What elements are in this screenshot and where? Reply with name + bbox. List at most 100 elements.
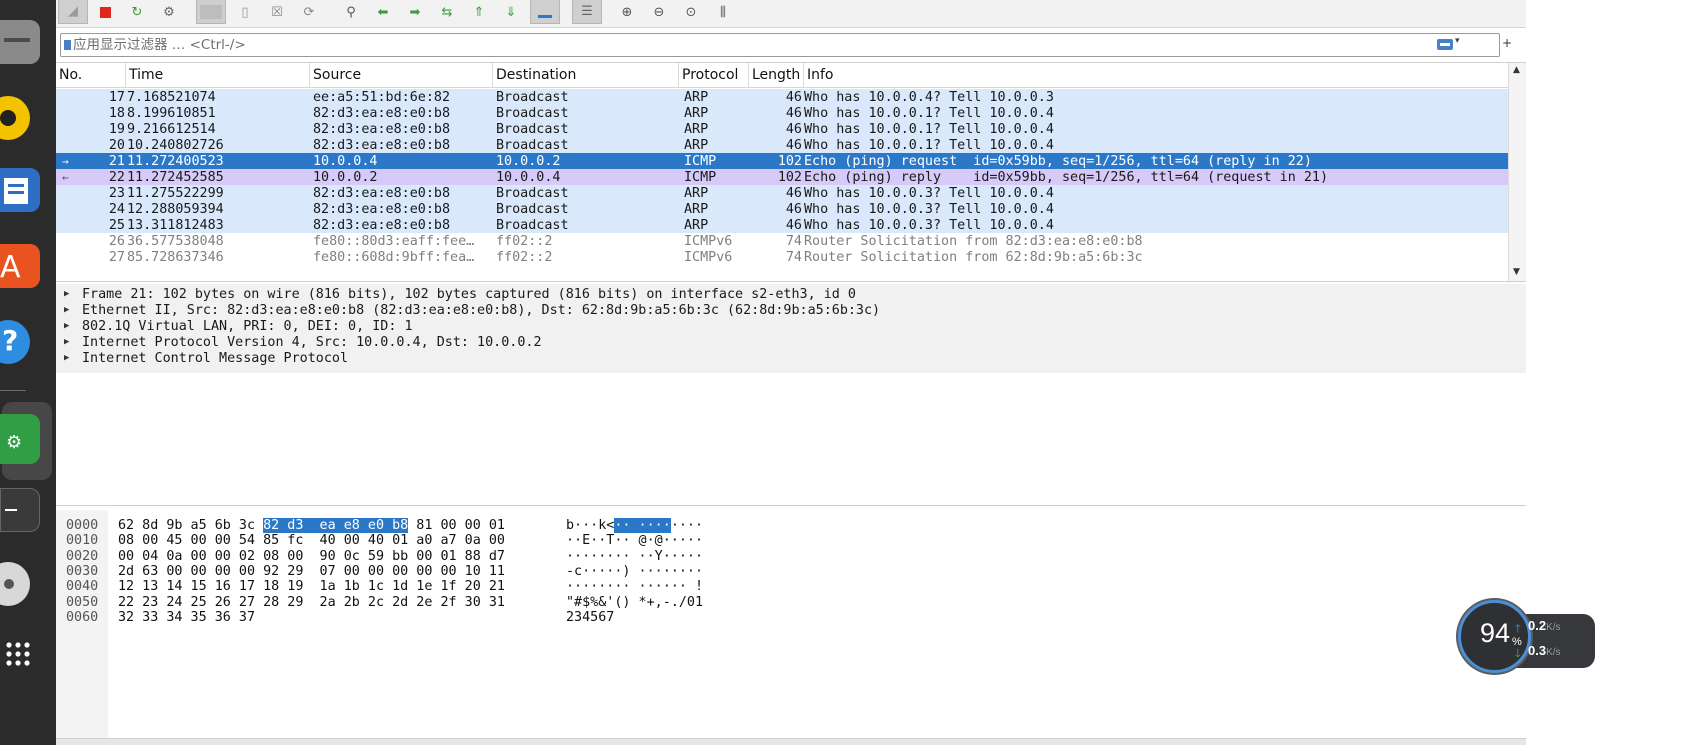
packet-info: Who has 10.0.0.1? Tell 10.0.0.4 <box>804 122 1054 137</box>
ascii-bytes-segment: ········ ······ ! <box>566 579 704 595</box>
ascii-bytes[interactable]: ········ ··Y····· <box>566 549 703 565</box>
packet-bytes-pane: 0000 62 8d 9b a5 6b 3c 82 d3 ea e8 e0 b8 … <box>56 510 1526 738</box>
packet-protocol: ARP <box>684 122 709 137</box>
expand-arrow-icon[interactable]: ▶ <box>64 334 69 351</box>
resize-columns-button[interactable]: ⫼ <box>710 0 736 24</box>
hex-bytes[interactable]: 2d 63 00 00 00 00 92 29 07 00 00 00 00 0… <box>118 564 505 580</box>
packet-row[interactable]: 18 8.199610851 82:d3:ea:e8:e0:b8 Broadcast A… <box>56 105 1508 122</box>
ascii-bytes[interactable]: 234567 <box>566 610 614 626</box>
zoom-out-button[interactable]: ⊖ <box>646 0 672 24</box>
rhythmbox-app-icon[interactable] <box>0 96 40 140</box>
go-back-button[interactable]: ⬅ <box>370 0 396 24</box>
column-header-time[interactable]: Time <box>126 63 310 88</box>
show-apps-grid-icon[interactable] <box>6 642 30 666</box>
arrow-up-icon: ⇑ <box>473 4 485 20</box>
wireshark-app-icon[interactable]: ⚙ <box>0 414 40 464</box>
column-header-info[interactable]: Info <box>804 63 1508 88</box>
capture-options-button[interactable]: ⚙ <box>156 0 182 24</box>
expand-arrow-icon[interactable]: ▶ <box>64 318 69 335</box>
colorize-button[interactable]: ☰ <box>572 0 602 24</box>
hex-bytes[interactable]: 12 13 14 15 16 17 18 19 1a 1b 1c 1d 1e 1… <box>118 579 505 595</box>
details-tree-item[interactable]: ▶ Frame 21: 102 bytes on wire (816 bits),… <box>56 286 1526 303</box>
hex-bytes[interactable]: 22 23 24 25 26 27 28 29 2a 2b 2c 2d 2e 2… <box>118 595 505 611</box>
hex-bytes[interactable]: 00 04 0a 00 00 02 08 00 90 0c 59 bb 00 0… <box>118 549 505 565</box>
normal-size-button[interactable]: ⊙ <box>678 0 704 24</box>
wireshark-window: ◢ ↻ ⚙ ▯ ☒ ⟳ ⚲ ⬅ ➡ ⇆ ⇑ ⇓ ☰ ⊕ ⊖ ⊙ ⫼ ▾ + No… <box>56 0 1526 745</box>
column-header-protocol[interactable]: Protocol <box>679 63 749 88</box>
packet-row[interactable]: 20 10.240802726 82:d3:ea:e8:e0:b8 Broadcast… <box>56 137 1508 154</box>
display-filter-bar[interactable]: ▾ <box>60 33 1500 57</box>
help-app-icon[interactable]: ? <box>0 320 40 364</box>
filter-bookmark-icon[interactable] <box>64 40 71 50</box>
details-tree-item[interactable]: ▶ 802.1Q Virtual LAN, PRI: 0, DEI: 0, ID:… <box>56 318 1526 335</box>
column-header-no[interactable]: No. <box>56 63 126 88</box>
ascii-bytes[interactable]: b···k<·· ········ <box>566 518 703 534</box>
ascii-bytes[interactable]: ··E··T·· @·@····· <box>566 533 703 549</box>
status-bar <box>56 738 1526 745</box>
hex-bytes[interactable]: 08 00 45 00 00 54 85 fc 40 00 40 01 a0 a… <box>118 533 505 549</box>
packet-row[interactable]: 25 13.311812483 82:d3:ea:e8:e0:b8 Broadcast… <box>56 217 1508 234</box>
save-file-button[interactable]: ▯ <box>232 0 258 24</box>
autoscroll-button[interactable] <box>530 0 560 24</box>
details-tree-item[interactable]: ▶ Ethernet II, Src: 82:d3:ea:e8:e0:b8 (82… <box>56 302 1526 319</box>
packet-row[interactable]: 24 12.288059394 82:d3:ea:e8:e0:b8 Broadcast… <box>56 201 1508 218</box>
packet-destination: Broadcast <box>496 106 569 121</box>
packet-source: 82:d3:ea:e8:e0:b8 <box>313 138 451 153</box>
details-tree-item[interactable]: ▶ Internet Control Message Protocol <box>56 350 1526 367</box>
packet-protocol: ARP <box>684 138 709 153</box>
reload-file-button[interactable]: ⟳ <box>296 0 322 24</box>
packet-time: 36.577538048 <box>127 234 224 249</box>
stop-capture-button[interactable] <box>92 0 118 24</box>
packet-list-scrollbar[interactable]: ▲ ▼ <box>1508 63 1526 281</box>
hex-bytes[interactable]: 62 8d 9b a5 6b 3c 82 d3 ea e8 e0 b8 81 0… <box>118 518 505 534</box>
related-request-arrow-icon: → <box>62 155 69 168</box>
chevron-down-icon[interactable]: ▾ <box>1455 36 1460 46</box>
close-file-button[interactable]: ☒ <box>264 0 290 24</box>
scroll-down-icon[interactable]: ▼ <box>1513 267 1520 277</box>
go-to-packet-button[interactable]: ⇆ <box>434 0 460 24</box>
packet-row[interactable]: 17 7.168521074 ee:a5:51:bd:6e:82 Broadcast A… <box>56 89 1508 106</box>
packet-details-pane: ▶ Frame 21: 102 bytes on wire (816 bits),… <box>56 284 1526 506</box>
display-filter-input[interactable] <box>73 35 1433 55</box>
column-header-destination[interactable]: Destination <box>493 63 679 88</box>
zoom-reset-icon: ⊙ <box>685 4 697 20</box>
last-packet-button[interactable]: ⇓ <box>498 0 524 24</box>
go-forward-button[interactable]: ➡ <box>402 0 428 24</box>
writer-app-icon[interactable] <box>0 168 40 212</box>
expand-arrow-icon[interactable]: ▶ <box>64 302 69 319</box>
packet-row[interactable]: 21 11.272400523 10.0.0.4 10.0.0.2 ICMP 102 Ech… <box>56 153 1508 170</box>
open-file-button[interactable] <box>196 0 226 24</box>
files-app-icon[interactable] <box>0 20 40 64</box>
terminal-app-icon[interactable] <box>0 488 40 532</box>
packet-time: 12.288059394 <box>127 202 224 217</box>
ascii-bytes[interactable]: ········ ······ ! <box>566 579 703 595</box>
expand-arrow-icon[interactable]: ▶ <box>64 350 69 367</box>
packet-list: No. Time Source Destination Protocol Len… <box>56 62 1526 282</box>
packet-row[interactable]: 27 85.728637346 fe80::608d:9bff:fea… ff02::… <box>56 249 1508 266</box>
zoom-in-button[interactable]: ⊕ <box>614 0 640 24</box>
packet-row[interactable]: 23 11.275522299 82:d3:ea:e8:e0:b8 Broadcast… <box>56 185 1508 202</box>
packet-row[interactable]: 19 9.216612514 82:d3:ea:e8:e0:b8 Broadcast A… <box>56 121 1508 138</box>
column-header-source[interactable]: Source <box>310 63 493 88</box>
packet-row[interactable]: 22 11.272452585 10.0.0.2 10.0.0.4 ICMP 102 Ech… <box>56 169 1508 186</box>
ascii-bytes[interactable]: -c·····) ········ <box>566 564 703 580</box>
add-filter-button-icon[interactable]: + <box>1502 36 1512 50</box>
packet-length: 46 <box>785 90 802 105</box>
column-header-length[interactable]: Length <box>749 63 804 88</box>
main-toolbar: ◢ ↻ ⚙ ▯ ☒ ⟳ ⚲ ⬅ ➡ ⇆ ⇑ ⇓ ☰ ⊕ ⊖ ⊙ ⫼ <box>56 0 1526 28</box>
disc-drive-icon[interactable] <box>0 562 40 606</box>
ascii-bytes[interactable]: "#$%&'() *+,-./01 <box>566 595 703 611</box>
packet-info: Who has 10.0.0.1? Tell 10.0.0.4 <box>804 106 1054 121</box>
scroll-up-icon[interactable]: ▲ <box>1513 65 1520 75</box>
software-center-app-icon[interactable]: A <box>0 244 40 288</box>
find-packet-button[interactable]: ⚲ <box>338 0 364 24</box>
restart-capture-button[interactable]: ↻ <box>124 0 150 24</box>
packet-source: 10.0.0.4 <box>313 154 378 169</box>
packet-row[interactable]: 26 36.577538048 fe80::80d3:eaff:fee… ff02::… <box>56 233 1508 250</box>
expand-arrow-icon[interactable]: ▶ <box>64 286 69 303</box>
apply-filter-icon[interactable] <box>1437 39 1453 50</box>
details-tree-item[interactable]: ▶ Internet Protocol Version 4, Src: 10.0.… <box>56 334 1526 351</box>
first-packet-button[interactable]: ⇑ <box>466 0 492 24</box>
hex-bytes[interactable]: 32 33 34 35 36 37 <box>118 610 255 626</box>
start-capture-button[interactable]: ◢ <box>58 0 88 24</box>
